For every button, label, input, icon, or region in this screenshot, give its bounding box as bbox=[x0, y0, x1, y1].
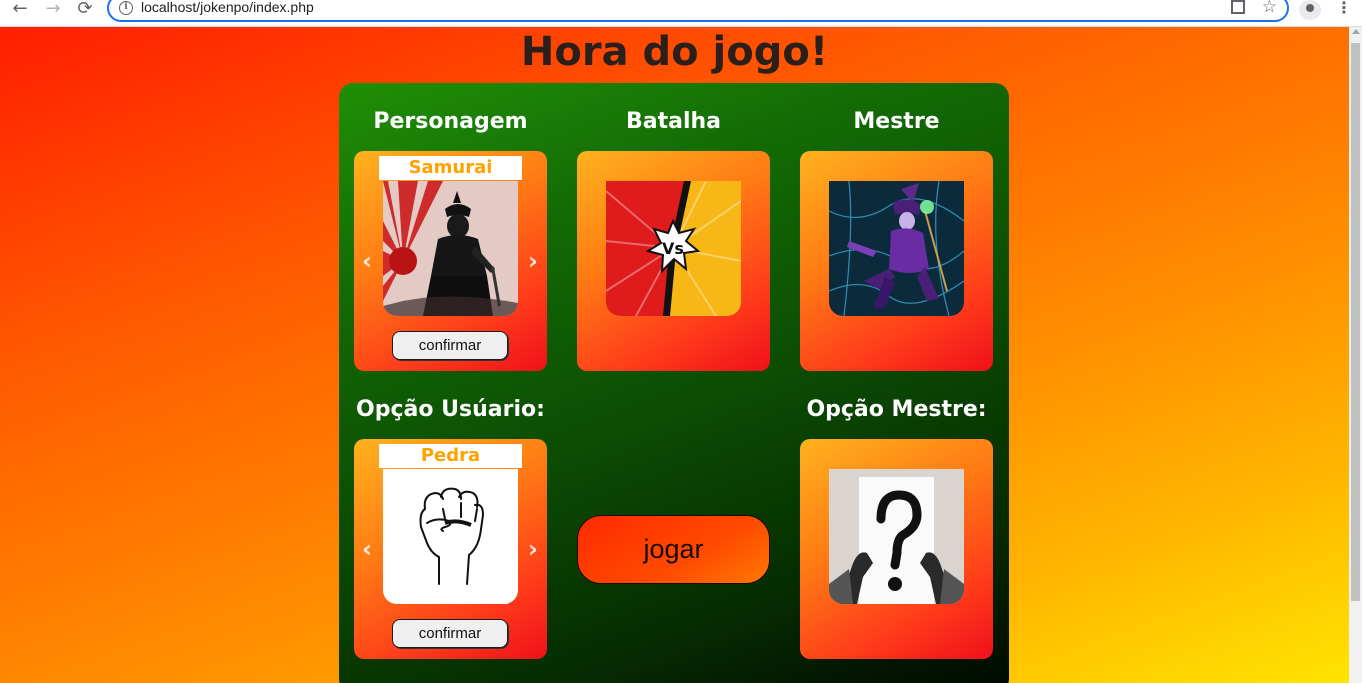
personagem-label: Personagem bbox=[373, 109, 528, 134]
browser-toolbar: ← → ⟳ i localhost/jokenpo/index.php ☆ ⋮ bbox=[0, 0, 1362, 27]
batalha-label: Batalha bbox=[625, 109, 722, 134]
page-content: Hora do jogo! Personagem Batalha Mestre bbox=[0, 27, 1349, 683]
svg-text:Vs: Vs bbox=[662, 239, 684, 258]
user-option-card: Pedra ‹ › confirmar bbox=[354, 439, 547, 659]
samurai-image bbox=[383, 181, 518, 316]
confirm-option-button[interactable]: confirmar bbox=[392, 619, 508, 648]
game-board: Personagem Batalha Mestre Samurai ‹ › co… bbox=[339, 83, 1009, 683]
mystery-question-image bbox=[829, 469, 964, 604]
character-name: Samurai bbox=[379, 156, 522, 180]
character-card: Samurai ‹ › confirmar bbox=[354, 151, 547, 371]
forward-arrow-icon[interactable]: → bbox=[41, 0, 65, 22]
opcao-usuario-label: Opção Usúario: bbox=[356, 397, 545, 422]
chevron-right-icon[interactable]: › bbox=[525, 249, 541, 273]
rock-hand-image bbox=[383, 469, 518, 604]
master-option-card bbox=[800, 439, 993, 659]
vertical-scrollbar[interactable] bbox=[1349, 27, 1362, 683]
chevron-left-icon[interactable]: ‹ bbox=[359, 249, 375, 273]
back-arrow-icon[interactable]: ← bbox=[8, 0, 32, 22]
scroll-up-icon[interactable] bbox=[1352, 29, 1360, 34]
url-text[interactable]: localhost/jokenpo/index.php bbox=[141, 0, 314, 15]
versus-image: Vs bbox=[606, 181, 741, 316]
menu-dots-icon[interactable]: ⋮ bbox=[1336, 0, 1352, 16]
chevron-right-icon[interactable]: › bbox=[525, 537, 541, 561]
opcao-mestre-label: Opção Mestre: bbox=[806, 397, 987, 422]
battle-card: Vs bbox=[577, 151, 770, 371]
chevron-left-icon[interactable]: ‹ bbox=[359, 537, 375, 561]
master-image bbox=[829, 181, 964, 316]
user-option-name: Pedra bbox=[379, 444, 522, 468]
confirm-character-button[interactable]: confirmar bbox=[392, 331, 508, 360]
play-button[interactable]: jogar bbox=[577, 515, 770, 584]
bookmark-star-icon[interactable]: ☆ bbox=[1262, 0, 1277, 17]
page-title: Hora do jogo! bbox=[520, 29, 829, 75]
qr-code-icon[interactable] bbox=[1231, 0, 1245, 14]
master-card bbox=[800, 151, 993, 371]
reload-icon[interactable]: ⟳ bbox=[73, 0, 97, 22]
mestre-label: Mestre bbox=[853, 109, 940, 134]
scrollbar-thumb[interactable] bbox=[1351, 43, 1360, 601]
address-bar[interactable]: i localhost/jokenpo/index.php ☆ bbox=[107, 0, 1289, 22]
profile-avatar-icon[interactable] bbox=[1299, 0, 1321, 20]
info-icon[interactable]: i bbox=[119, 1, 133, 15]
